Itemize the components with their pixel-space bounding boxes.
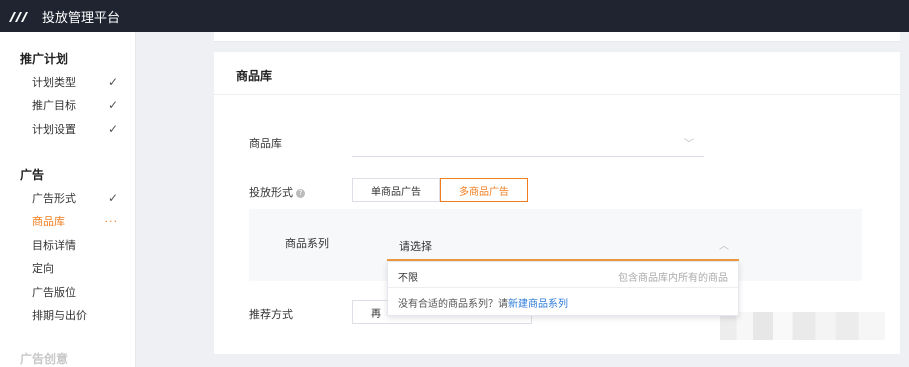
card-header: 商品库: [214, 52, 900, 95]
option-description: 包含商品库内所有的商品: [618, 273, 728, 284]
nav-item-target-details[interactable]: 目标详情: [32, 237, 118, 253]
nav-item-label: 计划设置: [32, 123, 76, 136]
nav-item-label: 广告形式: [32, 192, 76, 205]
nav-item-campaign-type[interactable]: 计划类型 ✓: [32, 74, 118, 90]
product-series-label: 商品系列: [285, 237, 329, 250]
delivery-form-label-text: 投放形式: [249, 186, 293, 199]
nav-item-placement[interactable]: 广告版位: [32, 284, 118, 300]
nav-item-label: 排期与出价: [32, 309, 87, 322]
nav-item-label: 计划类型: [32, 76, 76, 89]
top-bar: 投放管理平台: [0, 0, 909, 32]
chevron-up-icon: ︿: [719, 241, 729, 252]
nav-item-label: 目标详情: [32, 239, 76, 252]
nav-item-product-library[interactable]: 商品库 ···: [32, 213, 118, 229]
nav-item-promotion-goal[interactable]: 推广目标 ✓: [32, 97, 118, 113]
check-icon: ✓: [107, 98, 118, 112]
nav-item-ad-format[interactable]: 广告形式 ✓: [32, 190, 118, 206]
check-icon: ✓: [107, 75, 118, 89]
delivery-form-label: 投放形式?: [249, 184, 305, 200]
recommend-method-label: 推荐方式: [249, 308, 293, 321]
nav-item-targeting[interactable]: 定向: [32, 260, 118, 276]
more-dots-icon: ···: [104, 214, 118, 228]
product-library-card: 商品库 商品库 ﹀ 投放形式? 单商品广告 多商品广告 商品系列 请选择 ︿ 不…: [214, 52, 900, 354]
library-label: 商品库: [249, 137, 282, 150]
logo-icon: [9, 12, 28, 22]
option-label: 不限: [398, 273, 418, 284]
nav-item-label: 定向: [32, 262, 54, 275]
dropdown-footer: 没有合适的商品系列？请新建商品系列: [398, 295, 568, 310]
nav-item-campaign-settings[interactable]: 计划设置 ✓: [32, 121, 118, 137]
app-title: 投放管理平台: [42, 10, 121, 26]
footer-text: 没有合适的商品系列？请: [398, 299, 508, 310]
nav-group-creative[interactable]: 广告创意: [20, 350, 68, 367]
library-select[interactable]: ﹀: [352, 129, 704, 157]
nav-item-schedule-bid[interactable]: 排期与出价: [32, 307, 118, 323]
help-icon[interactable]: ?: [296, 188, 305, 198]
check-icon: ✓: [107, 191, 118, 205]
card-title: 商品库: [236, 69, 273, 83]
sidebar: 推广计划 计划类型 ✓ 推广目标 ✓ 计划设置 ✓ 广告 广告形式 ✓ 商品库 …: [0, 32, 136, 367]
series-placeholder: 请选择: [399, 240, 432, 253]
single-product-ad-button[interactable]: 单商品广告: [352, 178, 440, 202]
series-dropdown: 不限 包含商品库内所有的商品 没有合适的商品系列？请新建商品系列: [387, 261, 739, 316]
create-series-link[interactable]: 新建商品系列: [508, 299, 568, 310]
previous-card-edge: [214, 32, 900, 42]
nav-item-label: 广告版位: [32, 286, 76, 299]
dropdown-option-unlimited[interactable]: 不限 包含商品库内所有的商品: [388, 262, 738, 288]
nav-group-ad: 广告: [20, 168, 45, 182]
nav-item-label: 推广目标: [32, 99, 76, 112]
nav-group-campaign: 推广计划: [20, 52, 69, 66]
multi-product-ad-button[interactable]: 多商品广告: [440, 178, 528, 202]
nav-item-label: 商品库: [32, 215, 65, 228]
watermark: [720, 312, 885, 340]
check-icon: ✓: [107, 122, 118, 136]
product-series-select[interactable]: 请选择 ︿: [387, 231, 739, 261]
chevron-down-icon: ﹀: [684, 139, 694, 150]
